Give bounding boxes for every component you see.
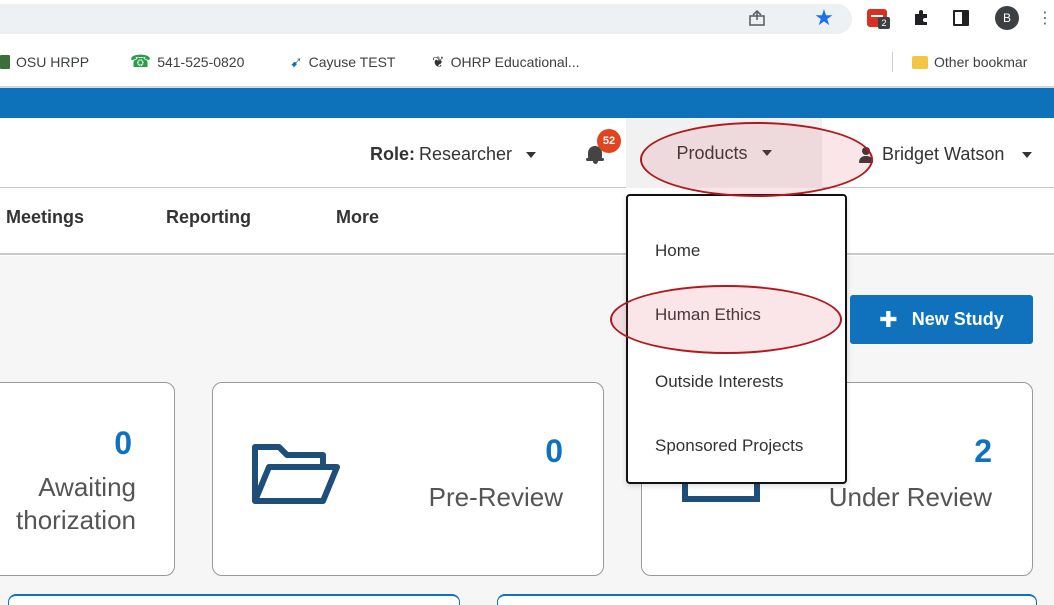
pre-review-label: Pre-Review [428,482,563,512]
new-study-button[interactable]: ✚ New Study [850,295,1033,344]
share-icon[interactable] [746,7,768,29]
user-name: Bridget Watson [882,144,1005,164]
bookmark-star-icon[interactable]: ★ [812,7,836,29]
address-bar[interactable] [0,4,852,34]
folder-icon [912,55,928,69]
pre-review-card[interactable]: 0 Pre-Review [212,382,604,576]
notification-badge: 52 [597,129,621,153]
role-label: Role: [370,144,415,164]
menu-item-home[interactable]: Home [655,241,700,261]
extensions-puzzle-icon[interactable] [910,7,932,29]
bird-icon: ➹ [290,54,303,71]
under-review-count: 2 [974,433,992,469]
awaiting-label: Awaiting thorization [16,472,136,535]
bookmark-phone[interactable]: ☎ 541-525-0820 [130,52,244,72]
browser-menu-icon[interactable]: ⋮ [1037,7,1053,29]
caret-down-icon [1022,151,1033,158]
menu-item-sponsored-projects[interactable]: Sponsored Projects [655,436,803,456]
products-dropdown-menu: Home Human Ethics Outside Interests Spon… [626,194,847,484]
products-label: Products [676,142,748,163]
nav-item-more[interactable]: More [336,207,379,228]
folder-open-icon [251,439,341,514]
under-review-label: Under Review [828,482,992,512]
role-value: Researcher [419,144,513,164]
plus-icon: ✚ [879,306,898,332]
nav-item-meetings[interactable]: Meetings [6,207,84,228]
main-nav: Meetings Reporting More [0,189,1054,255]
app-brand-bar [0,88,1054,118]
browser-toolbar: ★ 2 B ⋮ [0,0,1054,40]
menu-item-human-ethics[interactable]: Human Ethics [655,305,761,325]
osu-icon [0,55,10,69]
bookmarks-divider [892,52,893,72]
bookmark-osu-hrpp[interactable]: OSU HRPP [0,52,89,72]
extension-badge: 2 [878,17,890,29]
profile-avatar[interactable]: B [994,6,1020,30]
bookmark-cayuse-test[interactable]: ➹ Cayuse TEST [290,52,395,72]
side-panel-icon[interactable] [950,7,972,29]
products-menu-button[interactable]: Products [626,118,822,188]
hhs-eagle-icon: ❦ [432,54,445,71]
bookmarks-bar: OSU HRPP ☎ 541-525-0820 ➹ Cayuse TEST ❦ … [0,44,1054,78]
bookmark-ohrp[interactable]: ❦ OHRP Educational... [432,52,580,72]
pre-review-count: 0 [545,433,563,469]
calendar-extension-icon[interactable]: 2 [866,7,890,29]
caret-down-icon [761,150,772,156]
user-menu[interactable]: Bridget Watson [858,144,1033,165]
awaiting-authorization-card[interactable]: 0 Awaiting thorization [0,382,175,576]
other-bookmarks[interactable]: Other bookmar [912,52,1027,72]
awaiting-count: 0 [114,425,132,461]
dashboard-panel [497,594,1037,605]
user-icon [858,146,874,163]
menu-item-outside-interests[interactable]: Outside Interests [655,372,784,392]
dashboard-panel [8,594,460,605]
caret-down-icon [526,151,537,158]
nav-item-reporting[interactable]: Reporting [166,207,251,228]
phone-icon: ☎ [130,52,152,71]
role-selector[interactable]: Role: Researcher [370,144,537,165]
